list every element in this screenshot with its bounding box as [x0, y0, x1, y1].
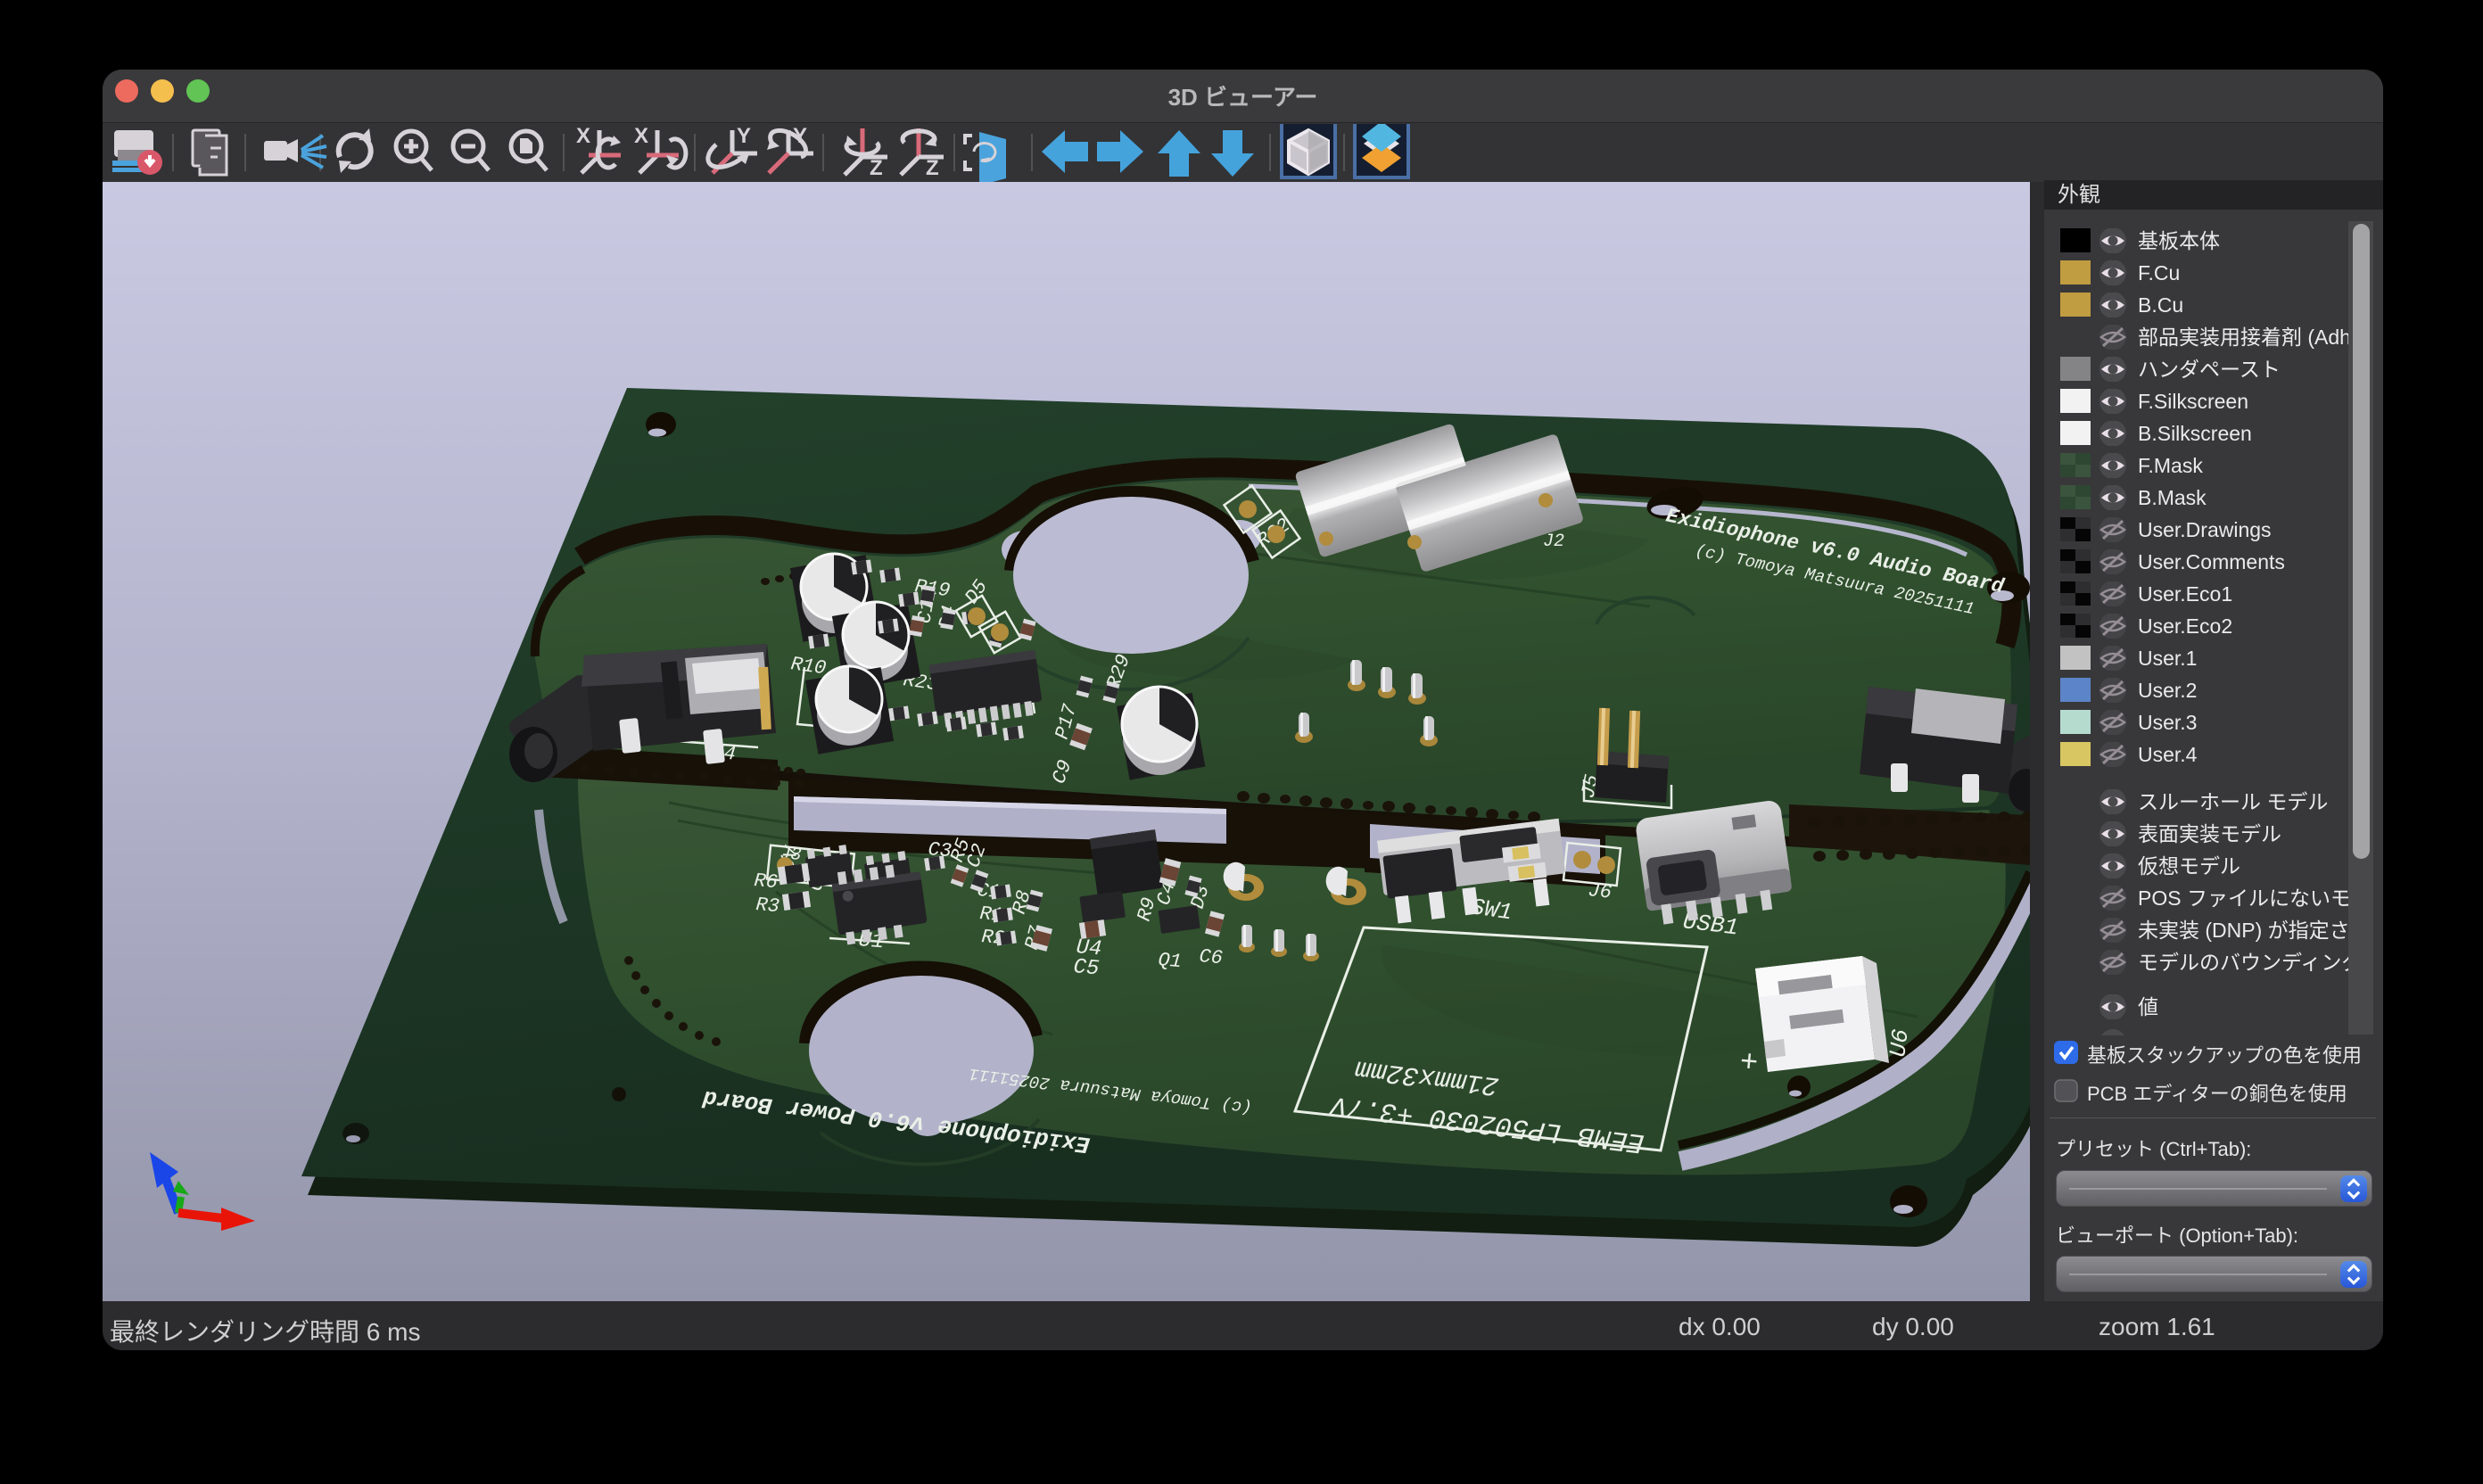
svg-text:Q1: Q1 — [1157, 949, 1182, 973]
svg-text:R3: R3 — [755, 894, 780, 918]
svg-text:Z: Z — [870, 156, 883, 180]
svg-text:J2: J2 — [1543, 532, 1564, 552]
svg-text:Y: Y — [737, 124, 751, 148]
svg-text:C5: C5 — [1072, 955, 1100, 981]
svg-text:+: + — [1738, 1046, 1760, 1082]
svg-text:X: X — [576, 124, 590, 148]
svg-text:R6: R6 — [753, 870, 778, 894]
svg-text:C6: C6 — [1198, 945, 1223, 969]
svg-text:U6: U6 — [1885, 1027, 1915, 1059]
svg-text:Z: Z — [926, 156, 939, 180]
svg-text:X: X — [634, 124, 648, 148]
